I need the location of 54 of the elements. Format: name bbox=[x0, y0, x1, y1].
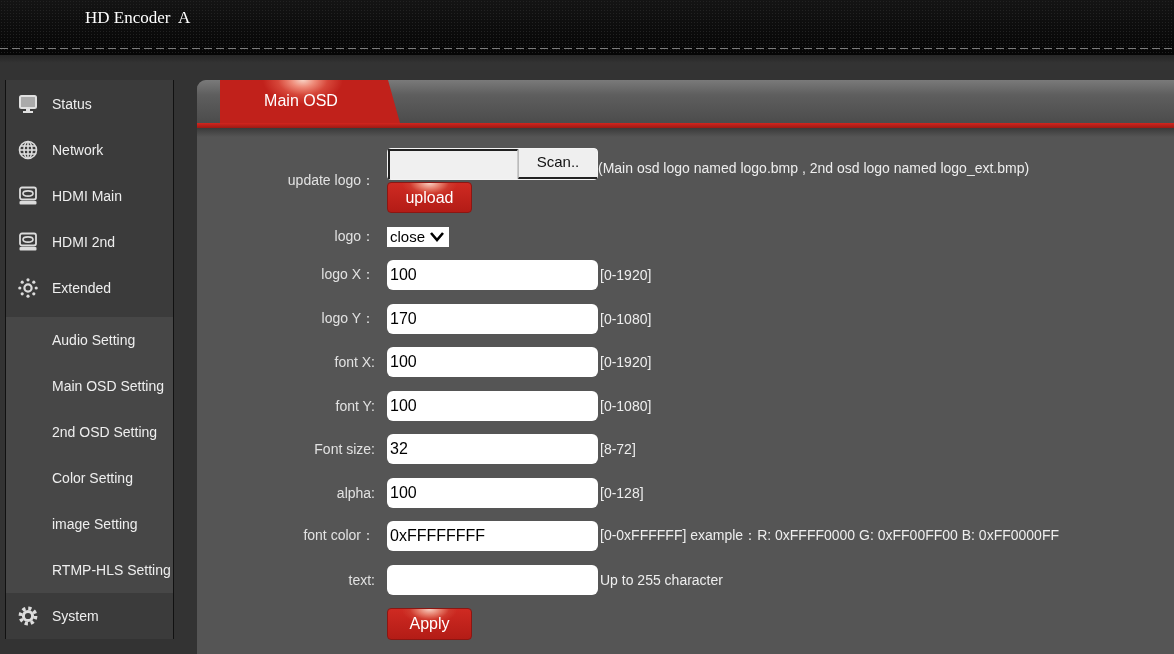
text-field[interactable]: 170 bbox=[387, 303, 598, 334]
nav-item[interactable]: Extended bbox=[6, 265, 173, 311]
logo-select[interactable]: close bbox=[387, 226, 449, 247]
scan-button[interactable]: Scan.. bbox=[518, 149, 597, 179]
field-label: font color： bbox=[303, 527, 376, 545]
range-hint: [0-1080] bbox=[600, 397, 653, 414]
nav-subitem[interactable]: Main OSD Setting bbox=[6, 363, 173, 409]
field-label: font Y: bbox=[335, 397, 376, 414]
device-icon bbox=[18, 232, 38, 252]
tab[interactable]: Main OSD bbox=[220, 80, 400, 123]
chevron-down-icon bbox=[429, 230, 446, 243]
app-title: HD Encoder A bbox=[85, 7, 191, 28]
text-field[interactable]: 0xFFFFFFFF bbox=[387, 521, 598, 551]
monitor-icon bbox=[18, 94, 38, 114]
range-hint: [8-72] bbox=[600, 441, 637, 457]
range-hint: Up to 255 character bbox=[600, 571, 724, 588]
nav-subitem[interactable]: RTMP-HLS Setting bbox=[6, 547, 173, 593]
field-label: font X: bbox=[334, 354, 376, 370]
nav-item[interactable]: HDMI Main bbox=[6, 173, 173, 219]
text-field[interactable]: 100 bbox=[387, 390, 598, 421]
text-field[interactable]: 100 bbox=[387, 347, 598, 377]
dotted-ring-icon bbox=[18, 278, 38, 298]
range-hint: [0-1920] bbox=[600, 267, 653, 283]
text-field[interactable]: 100 bbox=[387, 260, 598, 290]
nav-subitem[interactable]: 2nd OSD Setting bbox=[6, 409, 173, 455]
field-label: logo： bbox=[334, 227, 376, 246]
logo-note: (Main osd logo named logo.bmp , 2nd osd logo named logo_ext.bmp) bbox=[598, 160, 1031, 176]
field-label: text: bbox=[348, 571, 376, 588]
field-label: alpha: bbox=[336, 484, 376, 501]
nav-item[interactable]: Status bbox=[6, 81, 173, 127]
device-icon bbox=[18, 186, 38, 206]
range-hint: [0-1080] bbox=[600, 310, 653, 327]
range-hint: [0-128] bbox=[600, 484, 645, 501]
nav-subitem[interactable]: image Setting bbox=[6, 501, 173, 547]
nav-subitem[interactable]: Audio Setting bbox=[6, 317, 173, 363]
file-chooser[interactable]: Scan.. bbox=[387, 148, 598, 180]
apply-button[interactable]: Apply bbox=[387, 608, 472, 640]
range-hint: [0-1920] bbox=[600, 354, 653, 370]
text-field[interactable]: 100 bbox=[387, 477, 598, 508]
nav-item[interactable]: Network bbox=[6, 127, 173, 173]
upload-button[interactable]: upload bbox=[387, 182, 472, 213]
field-label: update logo： bbox=[287, 171, 376, 190]
field-label: logo X： bbox=[321, 266, 376, 284]
file-name-field[interactable] bbox=[388, 149, 518, 179]
range-hint: [0-0xFFFFFF] example：R: 0xFFFF0000 G: 0xFF00FF00 B: 0xFF0000FF bbox=[600, 527, 1060, 545]
field-label: logo Y： bbox=[321, 309, 376, 328]
field-label: Font size: bbox=[314, 441, 376, 457]
nav-item[interactable]: System bbox=[6, 593, 173, 639]
text-field[interactable]: 32 bbox=[387, 434, 598, 464]
globe-icon bbox=[18, 140, 38, 160]
nav-subitem[interactable]: Color Setting bbox=[6, 455, 173, 501]
gear-icon bbox=[18, 606, 38, 626]
nav-item[interactable]: HDMI 2nd bbox=[6, 219, 173, 265]
text-field[interactable] bbox=[387, 564, 598, 595]
